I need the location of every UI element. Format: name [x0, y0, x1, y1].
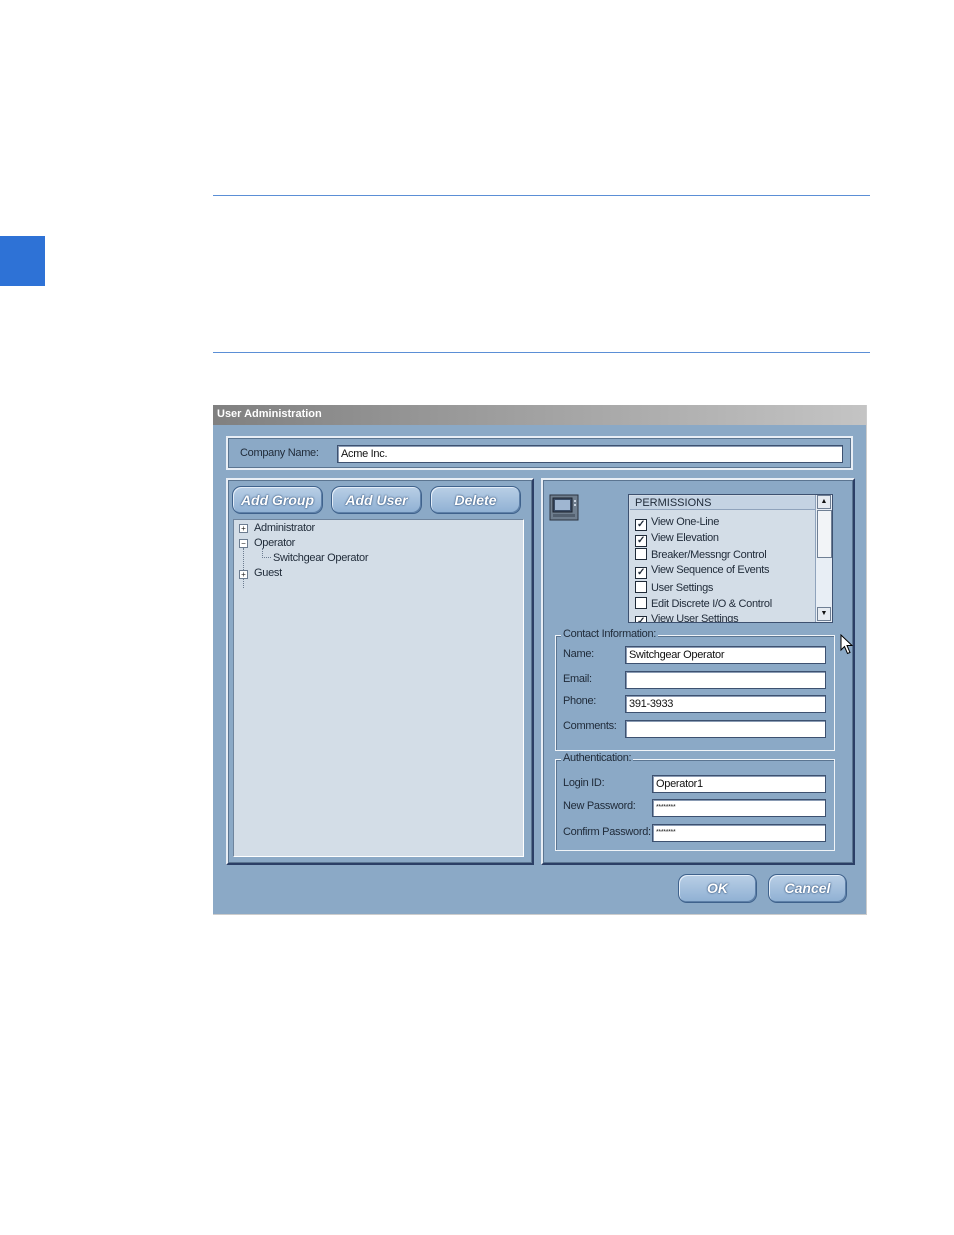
phone-label: Phone:	[563, 695, 597, 707]
bottom-divider	[213, 352, 870, 353]
permission-label: View Elevation	[651, 532, 719, 544]
name-input[interactable]: Switchgear Operator	[625, 646, 826, 664]
permission-label: View Sequence of Events	[651, 564, 770, 576]
checkbox[interactable]	[635, 597, 647, 609]
tree-connector	[262, 548, 271, 558]
checkbox[interactable]: ✓	[635, 616, 647, 622]
comments-label: Comments:	[563, 720, 617, 732]
permission-label: View User Settings	[651, 613, 739, 623]
permissions-scrollbar[interactable]: ▲ ▼	[815, 495, 832, 622]
confirm-password-label: Confirm Password:	[563, 826, 651, 838]
comments-input[interactable]	[625, 720, 826, 738]
tree-connector	[243, 548, 244, 588]
checkbox[interactable]	[635, 581, 647, 593]
phone-input[interactable]: 391-3933	[625, 695, 826, 713]
tree-node-operator[interactable]: Operator	[254, 537, 295, 549]
authentication-legend: Authentication:	[561, 752, 634, 764]
permission-view-elevation[interactable]: ✓ View Elevation	[635, 532, 719, 547]
cancel-button[interactable]: Cancel	[768, 874, 847, 903]
company-name-input[interactable]: Acme Inc.	[337, 445, 843, 463]
checkbox[interactable]: ✓	[635, 567, 647, 579]
scroll-down-icon[interactable]: ▼	[817, 607, 831, 621]
permission-label: User Settings	[651, 582, 714, 594]
permission-edit-discrete-io[interactable]: Edit Discrete I/O & Control	[635, 597, 772, 611]
scroll-thumb[interactable]	[817, 510, 832, 558]
permission-label: View One-Line	[651, 516, 720, 528]
new-password-label: New Password:	[563, 800, 636, 812]
dialog-title: User Administration	[217, 408, 322, 420]
company-name-label: Company Name:	[240, 447, 319, 459]
confirm-password-input[interactable]: ********	[652, 824, 826, 842]
scroll-up-icon[interactable]: ▲	[817, 495, 831, 509]
mouse-cursor-icon	[840, 633, 854, 656]
tree-node-administrator[interactable]: Administrator	[254, 522, 315, 534]
expand-icon[interactable]: +	[239, 570, 248, 579]
checkbox[interactable]	[635, 548, 647, 560]
tree-node-guest[interactable]: Guest	[254, 567, 282, 579]
email-input[interactable]	[625, 671, 826, 689]
permissions-header: PERMISSIONS	[630, 496, 817, 510]
contact-info-legend: Contact Information:	[561, 628, 659, 640]
permission-user-settings[interactable]: User Settings	[635, 581, 713, 595]
checkbox[interactable]: ✓	[635, 519, 647, 531]
permission-label: Edit Discrete I/O & Control	[651, 598, 772, 610]
email-label: Email:	[563, 673, 592, 685]
login-id-label: Login ID:	[563, 777, 605, 789]
monitor-icon	[549, 494, 579, 521]
permission-label: Breaker/Messngr Control	[651, 549, 767, 561]
top-divider	[213, 195, 870, 196]
name-label: Name:	[563, 648, 594, 660]
permissions-list[interactable]: PERMISSIONS ✓ View One-Line ✓ View Elevati…	[628, 494, 833, 623]
delete-button[interactable]: Delete	[430, 486, 521, 514]
permission-view-sequence[interactable]: ✓ View Sequence of Events	[635, 564, 770, 579]
expand-icon[interactable]: +	[239, 524, 248, 533]
permission-breaker-control[interactable]: Breaker/Messngr Control	[635, 548, 767, 562]
new-password-input[interactable]: ********	[652, 799, 826, 817]
add-user-button[interactable]: Add User	[331, 486, 422, 514]
login-id-input[interactable]: Operator1	[652, 775, 826, 793]
tree-node-switchgear-operator[interactable]: Switchgear Operator	[273, 552, 368, 564]
add-group-button[interactable]: Add Group	[232, 486, 323, 514]
permission-view-one-line[interactable]: ✓ View One-Line	[635, 516, 720, 531]
chapter-tab	[0, 236, 45, 286]
dialog-titlebar: User Administration	[213, 405, 866, 425]
collapse-icon[interactable]: −	[239, 539, 248, 548]
checkbox[interactable]: ✓	[635, 535, 647, 547]
permission-view-user-settings[interactable]: ✓ View User Settings	[635, 613, 739, 623]
ok-button[interactable]: OK	[678, 874, 757, 903]
